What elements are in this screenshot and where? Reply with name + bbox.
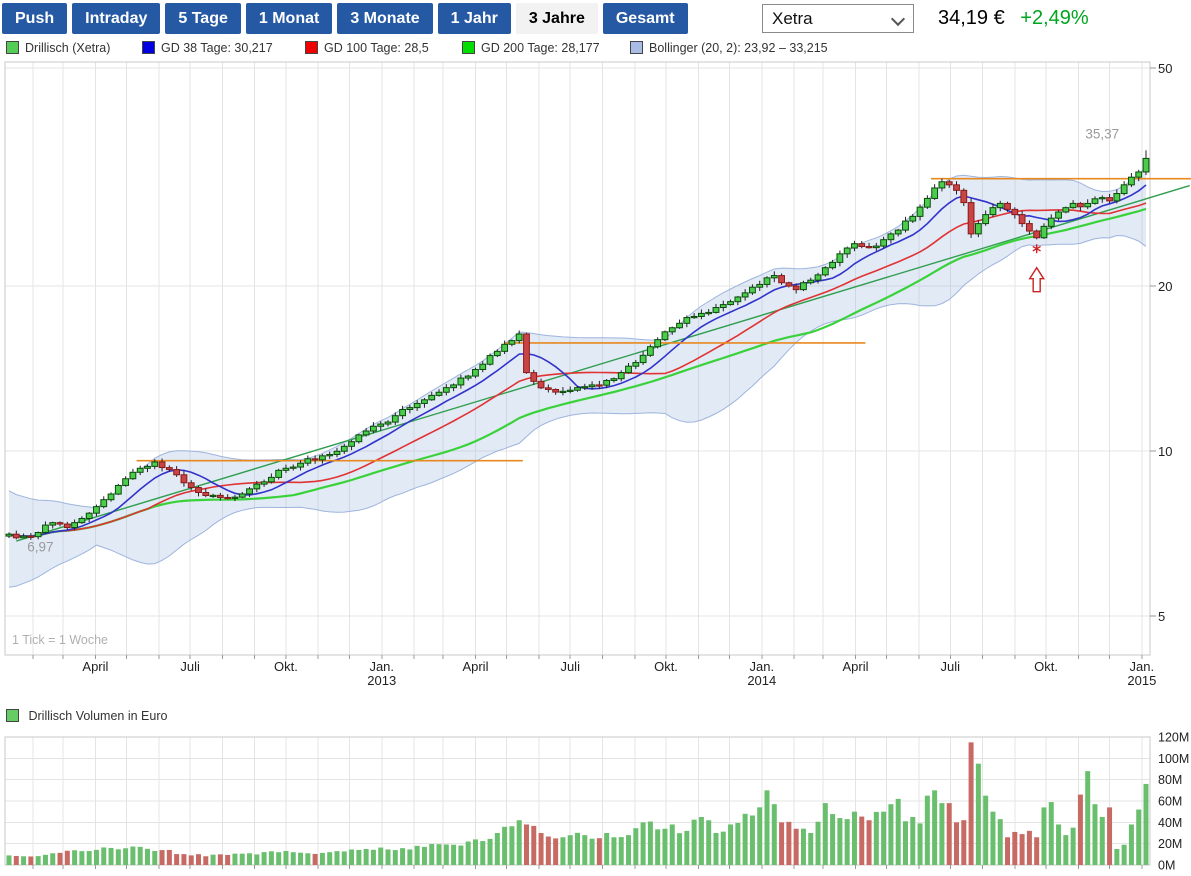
svg-text:50: 50 [1158, 61, 1172, 76]
svg-text:2013: 2013 [367, 673, 396, 688]
range-button-intraday[interactable]: Intraday [72, 3, 160, 34]
svg-text:20M: 20M [1158, 837, 1182, 851]
svg-text:April: April [842, 659, 868, 674]
price-change: +2,49% [1020, 7, 1088, 29]
svg-text:Juli: Juli [560, 659, 580, 674]
volume-legend: Drillisch Volumen in Euro [6, 709, 167, 723]
legend-swatch [142, 41, 155, 54]
svg-text:80M: 80M [1158, 773, 1182, 787]
range-button-5-tage[interactable]: 5 Tage [165, 3, 241, 34]
chevron-down-icon [891, 12, 905, 26]
legend-swatch [630, 41, 643, 54]
legend-swatch [462, 41, 475, 54]
price-value: 34,19 € [938, 7, 1005, 29]
range-button-3-jahre[interactable]: 3 Jahre [516, 3, 598, 34]
legend-item-gd-38-tage: GD 38 Tage: 30,217 [142, 41, 273, 55]
svg-text:20: 20 [1158, 279, 1172, 294]
range-button-1-jahr[interactable]: 1 Jahr [438, 3, 511, 34]
svg-text:2015: 2015 [1127, 673, 1156, 688]
legend-item-gd-200-tage: GD 200 Tage: 28,177 [462, 41, 600, 55]
range-button-3-monate[interactable]: 3 Monate [337, 3, 432, 34]
svg-text:1 Tick = 1 Woche: 1 Tick = 1 Woche [12, 633, 108, 647]
chart-legend: Drillisch (Xetra) GD 38 Tage: 30,217 GD 10… [0, 41, 1191, 57]
legend-swatch [305, 41, 318, 54]
range-button-gesamt[interactable]: Gesamt [603, 3, 688, 34]
svg-text:Juli: Juli [180, 659, 200, 674]
svg-text:Okt.: Okt. [654, 659, 678, 674]
svg-text:35,37: 35,37 [1085, 126, 1119, 141]
volume-bars [7, 742, 1149, 865]
volume-legend-label: Drillisch Volumen in Euro [28, 709, 167, 723]
svg-text:6,97: 6,97 [27, 540, 53, 555]
svg-text:2014: 2014 [747, 673, 776, 688]
volume-legend-swatch [6, 709, 19, 722]
exchange-select[interactable]: Xetra [762, 4, 914, 33]
legend-item-gd-100-tage: GD 100 Tage: 28,5 [305, 41, 429, 55]
svg-text:Okt.: Okt. [274, 659, 298, 674]
svg-text:40M: 40M [1158, 816, 1182, 830]
svg-text:10: 10 [1158, 444, 1172, 459]
svg-text:120M: 120M [1158, 731, 1189, 745]
quote: 34,19 € +2,49% [938, 7, 1089, 30]
svg-text:April: April [82, 659, 108, 674]
legend-item-bollinger-20-2: Bollinger (20, 2): 23,92 – 33,215 [630, 41, 828, 55]
svg-text:Juli: Juli [940, 659, 960, 674]
svg-text:100M: 100M [1158, 752, 1189, 766]
legend-item-drillisch-xetra: Drillisch (Xetra) [6, 41, 110, 55]
volume-chart: 120M 100M 80M 60M 40M 20M 0M [0, 730, 1191, 876]
legend-swatch [6, 41, 19, 54]
svg-text:Jan.: Jan. [1130, 659, 1155, 674]
range-button-1-monat[interactable]: 1 Monat [246, 3, 332, 34]
svg-text:Jan.: Jan. [750, 659, 775, 674]
svg-text:Jan.: Jan. [369, 659, 394, 674]
svg-text:0M: 0M [1158, 859, 1175, 873]
svg-text:60M: 60M [1158, 795, 1182, 809]
range-toolbar: PushIntraday5 Tage1 Monat3 Monate1 Jahr3… [2, 3, 688, 34]
price-chart: 5020105AprilJuliOkt.Jan.2013AprilJuliOkt… [0, 60, 1191, 705]
range-button-push[interactable]: Push [2, 3, 67, 34]
svg-text:Okt.: Okt. [1034, 659, 1058, 674]
exchange-select-value: Xetra [772, 9, 813, 29]
svg-text:April: April [462, 659, 488, 674]
stock-chart-app: { "toolbar": { "buttons": [ {"label":"Pu… [0, 0, 1191, 876]
svg-text:5: 5 [1158, 609, 1165, 624]
